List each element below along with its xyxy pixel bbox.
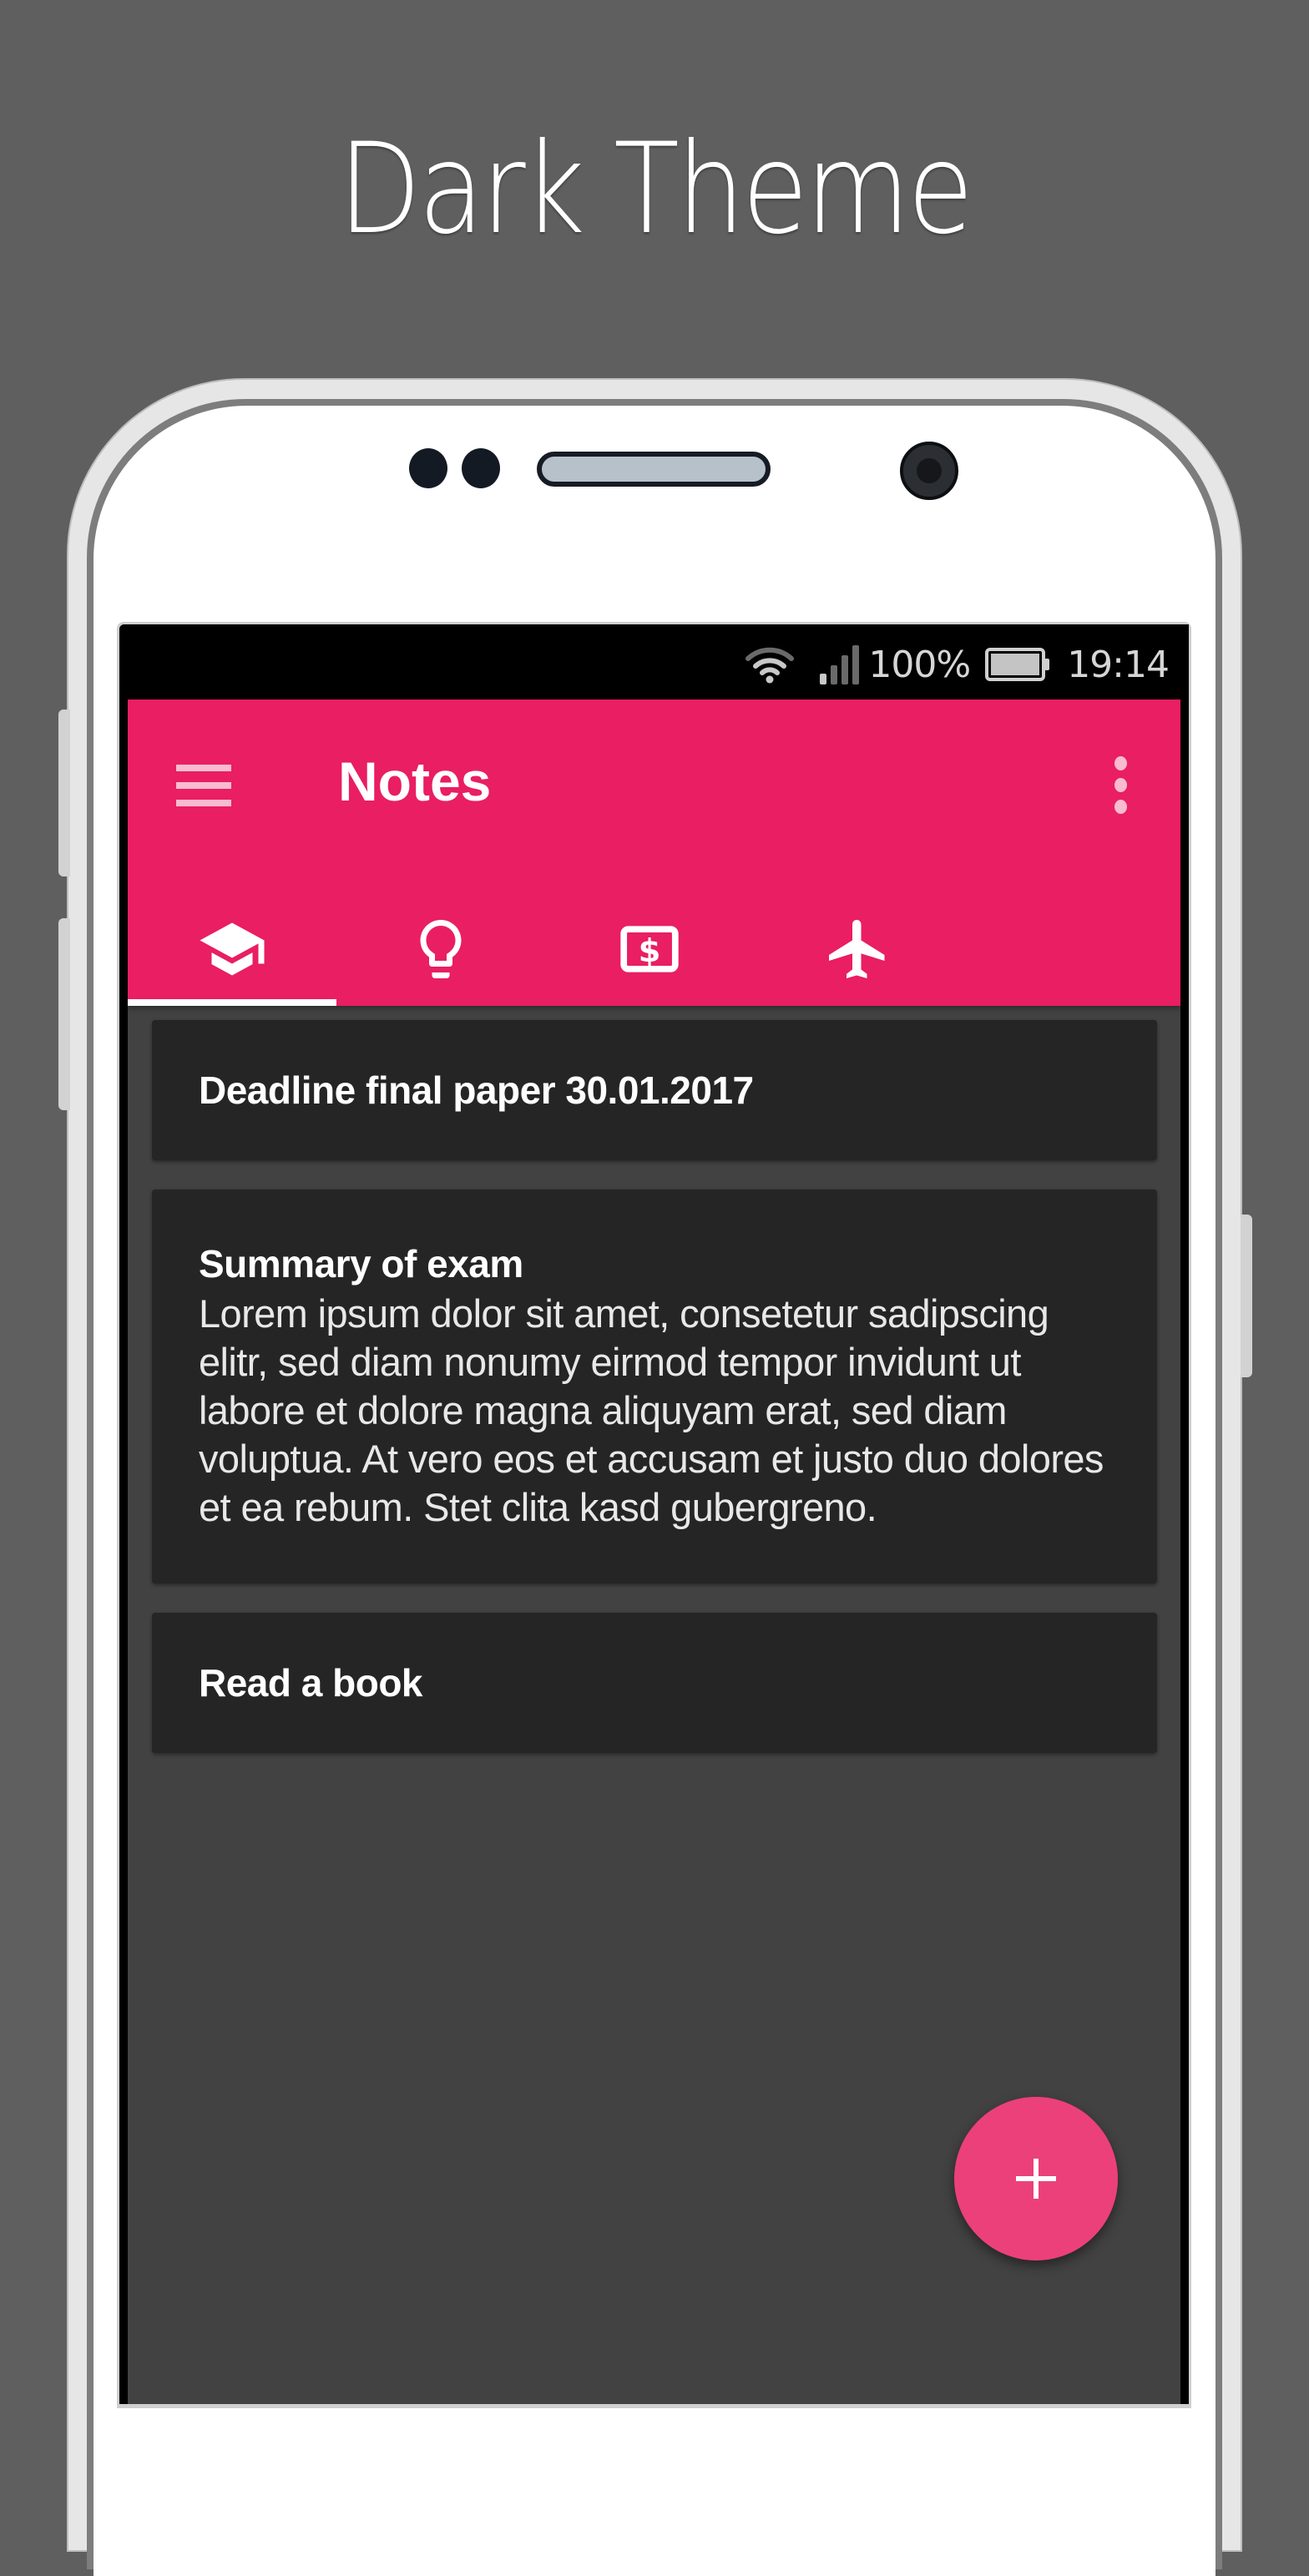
earpiece-speaker <box>537 452 771 487</box>
note-title: Deadline final paper 30.01.2017 <box>199 1068 754 1112</box>
notes-app: Notes $ Deadline final paper 30.01.2017 … <box>128 700 1181 2404</box>
note-card[interactable]: Summary of exam Lorem ipsum dolor sit am… <box>152 1190 1157 1583</box>
status-icons: 100% 19:14 <box>745 641 1170 688</box>
graduation-cap-icon <box>200 922 265 975</box>
notes-list: Deadline final paper 30.01.2017 Summary … <box>152 1020 1157 1782</box>
tab-ideas[interactable] <box>336 891 545 1006</box>
lightbulb-icon <box>420 919 462 978</box>
light-sensor-icon <box>462 448 500 488</box>
svg-text:$: $ <box>639 932 661 970</box>
add-note-button[interactable] <box>954 2097 1118 2260</box>
app-title: Notes <box>338 750 492 812</box>
phone-side-button <box>58 710 70 876</box>
proximity-sensor-icon <box>409 448 447 488</box>
money-icon: $ <box>620 925 679 972</box>
plus-icon <box>1016 2159 1056 2199</box>
note-card[interactable]: Deadline final paper 30.01.2017 <box>152 1020 1157 1160</box>
hamburger-menu-icon[interactable] <box>176 765 235 806</box>
airplane-icon <box>829 919 885 978</box>
signal-icon <box>820 645 860 684</box>
category-tabs: $ <box>128 891 1181 1006</box>
screen-edge <box>1180 624 1189 2404</box>
front-camera-icon <box>900 442 958 500</box>
tab-education[interactable] <box>128 891 336 1006</box>
phone-side-button <box>58 918 70 1110</box>
tab-indicator <box>128 999 336 1006</box>
phone-screen: 100% 19:14 Notes $ Deadline final paper … <box>119 624 1189 2404</box>
phone-side-button <box>1241 1215 1252 1377</box>
clock: 19:14 <box>1067 643 1170 686</box>
tab-finance[interactable]: $ <box>545 891 754 1006</box>
battery-percent: 100% <box>868 643 971 686</box>
note-card[interactable]: Read a book <box>152 1613 1157 1753</box>
status-bar: 100% 19:14 <box>119 624 1189 700</box>
note-body: Lorem ipsum dolor sit amet, consetetur s… <box>199 1291 1104 1529</box>
more-vertical-icon[interactable] <box>1111 756 1131 815</box>
battery-icon <box>985 648 1050 681</box>
app-bar: Notes $ <box>128 700 1181 1006</box>
tab-travel[interactable] <box>754 891 963 1006</box>
wifi-icon <box>745 647 795 684</box>
note-title: Summary of exam <box>199 1242 523 1285</box>
hero-title: Dark Theme <box>338 117 973 262</box>
note-title: Read a book <box>199 1661 423 1705</box>
